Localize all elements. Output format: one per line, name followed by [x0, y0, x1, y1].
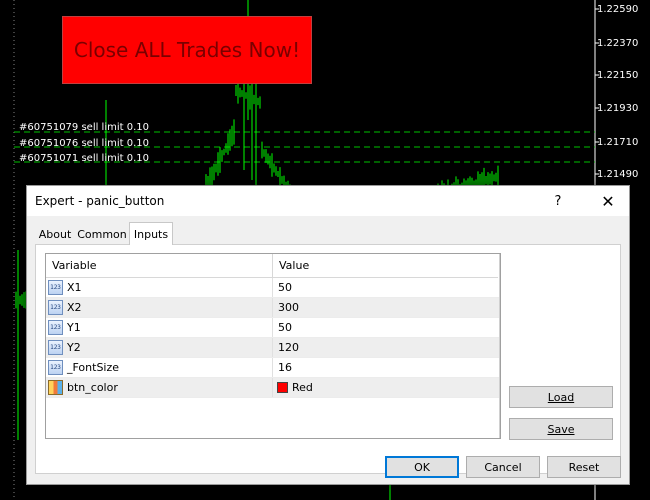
variable-name: X2 [67, 301, 82, 314]
price-ticks [595, 8, 599, 175]
price-label: 1.21710 [597, 137, 639, 148]
column-header-variable[interactable]: Variable [46, 254, 273, 278]
cancel-button[interactable]: Cancel [466, 456, 540, 478]
tab-common[interactable]: Common [77, 224, 127, 244]
variable-name: Y2 [67, 341, 81, 354]
price-label: 1.22590 [597, 4, 639, 15]
help-button[interactable]: ? [543, 186, 573, 216]
variable-name: X1 [67, 281, 82, 294]
table-row[interactable]: 123 X2 300 [46, 298, 500, 318]
dialog-titlebar[interactable]: Expert - panic_button ? ✕ [27, 186, 629, 216]
save-button[interactable]: Save [509, 418, 613, 440]
variable-value[interactable]: 16 [278, 361, 292, 374]
expert-properties-dialog: Expert - panic_button ? ✕ About Common I… [26, 185, 630, 485]
variable-value[interactable]: 50 [278, 281, 292, 294]
reset-button[interactable]: Reset [547, 456, 621, 478]
int-icon: 123 [48, 320, 63, 335]
variable-value[interactable]: 300 [278, 301, 299, 314]
column-header-value[interactable]: Value [273, 254, 498, 278]
int-icon: 123 [48, 360, 63, 375]
price-label: 1.22150 [597, 70, 639, 81]
int-icon: 123 [48, 280, 63, 295]
variable-name: Y1 [67, 321, 81, 334]
color-icon [48, 380, 63, 395]
order-label[interactable]: #60751076 sell limit 0.10 [19, 138, 149, 149]
table-row[interactable]: btn_color Red [46, 378, 500, 398]
tab-about[interactable]: About [35, 224, 75, 244]
table-row[interactable]: 123 Y1 50 [46, 318, 500, 338]
order-label[interactable]: #60751071 sell limit 0.10 [19, 153, 149, 164]
table-row[interactable]: 123 X1 50 [46, 278, 500, 298]
load-label: Load [547, 390, 575, 404]
inputs-table: Variable Value 123 X1 50 123 X2 300 123 … [45, 253, 501, 439]
variable-value[interactable]: 50 [278, 321, 292, 334]
price-label: 1.22370 [597, 38, 639, 49]
table-row[interactable]: 123 Y2 120 [46, 338, 500, 358]
save-label: Save [547, 422, 575, 436]
table-row[interactable]: 123 _FontSize 16 [46, 358, 500, 378]
price-label: 1.21930 [597, 103, 639, 114]
order-label[interactable]: #60751079 sell limit 0.10 [19, 122, 149, 133]
variable-value[interactable]: Red [292, 381, 313, 394]
price-label: 1.21490 [597, 169, 639, 180]
int-icon: 123 [48, 340, 63, 355]
dialog-title: Expert - panic_button [35, 194, 165, 208]
int-icon: 123 [48, 300, 63, 315]
close-icon[interactable]: ✕ [593, 186, 623, 216]
color-swatch [277, 382, 288, 393]
close-all-trades-button[interactable]: Close ALL Trades Now! [62, 16, 312, 84]
variable-name: btn_color [67, 381, 118, 394]
tab-inputs[interactable]: Inputs [129, 222, 173, 245]
variable-value[interactable]: 120 [278, 341, 299, 354]
ok-button[interactable]: OK [385, 456, 459, 478]
variable-name: _FontSize [67, 361, 120, 374]
load-button[interactable]: Load [509, 386, 613, 408]
